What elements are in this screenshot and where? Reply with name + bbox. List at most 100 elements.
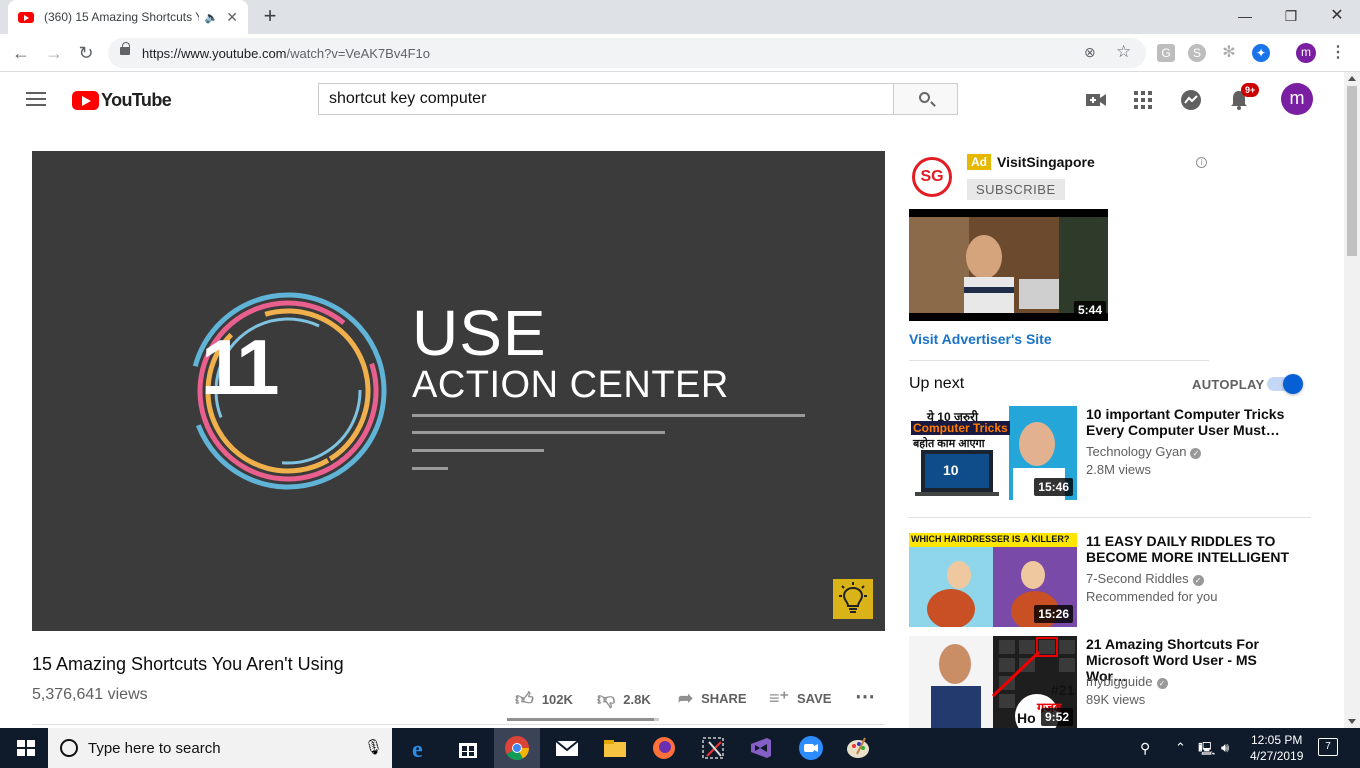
like-button[interactable]: 👍︎ 102K	[515, 688, 573, 710]
thumbnail-text: Ho	[1017, 710, 1036, 726]
search-input[interactable]: shortcut key computer	[318, 83, 894, 115]
action-center-icon[interactable]: 7	[1318, 738, 1338, 756]
advertiser-logo[interactable]: SG	[912, 157, 952, 197]
browser-toolbar: ← → ↻ https://www.youtube.com/watch?v=Ve…	[0, 34, 1360, 72]
verified-check-icon: ✓	[1156, 678, 1168, 689]
svg-text:e: e	[412, 737, 423, 762]
divider	[909, 360, 1209, 361]
network-icon[interactable]: 🖳︎	[1198, 740, 1215, 762]
scroll-up-arrow-icon[interactable]	[1348, 76, 1356, 81]
chrome-menu-icon[interactable]: ⋮	[1326, 41, 1350, 65]
clock-time: 12:05 PM	[1251, 733, 1303, 747]
store-icon[interactable]	[454, 734, 482, 762]
restore-button[interactable]: ❐	[1268, 4, 1314, 28]
video-title[interactable]: 11 EASY DAILY RIDDLES TO BECOME MORE INT…	[1086, 533, 1296, 565]
minimize-button[interactable]: —	[1222, 4, 1268, 28]
verified-check-icon: ✓	[1192, 575, 1204, 586]
youtube-logo[interactable]: YouTube	[72, 90, 172, 111]
messages-icon[interactable]	[1179, 88, 1203, 112]
video-thumbnail[interactable]: ये 10 जरुरी Computer Tricks बहोत काम आएग…	[909, 406, 1077, 500]
forward-button[interactable]: →	[42, 41, 66, 65]
apps-grid-icon[interactable]	[1131, 88, 1155, 112]
snipping-tool-icon[interactable]	[699, 734, 727, 762]
snowflake-extension-icon[interactable]: ✻	[1220, 44, 1238, 62]
recommended-video[interactable]: WHICH HAIRDRESSER IS A KILLER? 15:26 11 …	[909, 533, 1329, 633]
divider	[32, 724, 885, 725]
thumbs-up-icon: 👍︎	[515, 689, 534, 709]
browser-tab[interactable]: (360) 15 Amazing Shortcuts Y 🔈 ✕	[8, 0, 248, 34]
mail-icon[interactable]	[553, 734, 581, 762]
back-button[interactable]: ←	[9, 41, 33, 65]
account-avatar[interactable]: m	[1281, 83, 1313, 115]
search-button[interactable]	[893, 83, 958, 115]
video-thumbnail[interactable]: #21 गजब Ho 9:52	[909, 636, 1077, 728]
tab-close-icon[interactable]: ✕	[226, 9, 238, 26]
scroll-down-arrow-icon[interactable]	[1348, 719, 1356, 724]
speaker-icon[interactable]: 🔈	[205, 11, 219, 24]
windows-taskbar: Type here to search 🎙︎ e ⚲ ⌃ 🖳︎ 🔊︎ 12:05…	[0, 728, 1360, 768]
page-scrollbar[interactable]	[1344, 72, 1360, 728]
video-duration: 15:46	[1034, 478, 1073, 496]
ad-video-thumbnail[interactable]: 5:44	[909, 209, 1108, 321]
video-duration: 15:26	[1034, 605, 1073, 623]
zoom-icon[interactable]	[797, 734, 825, 762]
share-button[interactable]: ➦ SHARE	[678, 688, 747, 709]
lightbulb-icon[interactable]	[833, 579, 873, 619]
visit-advertiser-link[interactable]: Visit Advertiser's Site	[909, 331, 1052, 347]
info-icon[interactable]: i	[1196, 157, 1207, 168]
more-actions-icon[interactable]: ⋯	[855, 684, 875, 709]
skype-extension-icon[interactable]: S	[1188, 44, 1206, 62]
edge-browser-icon[interactable]: e	[406, 734, 434, 762]
new-tab-button[interactable]: +	[258, 5, 282, 29]
system-clock[interactable]: 12:05 PM 4/27/2019	[1250, 732, 1303, 764]
recommended-video[interactable]: #21 गजब Ho 9:52 21 Amazing Shortcuts For…	[909, 636, 1329, 728]
file-explorer-icon[interactable]	[601, 734, 629, 762]
save-button[interactable]: ≡⁺ SAVE	[769, 688, 831, 709]
bookmark-star-icon[interactable]: ☆	[1116, 42, 1131, 62]
video-meta: 2.8M views	[1086, 462, 1152, 477]
chrome-taskbar-button[interactable]	[494, 728, 540, 768]
scrollbar-thumb[interactable]	[1347, 86, 1357, 256]
vpn-extension-icon[interactable]: ✦	[1252, 44, 1270, 62]
visual-studio-icon[interactable]	[747, 734, 775, 762]
taskbar-search-box[interactable]: Type here to search 🎙︎	[48, 728, 392, 768]
advertiser-name[interactable]: VisitSingapore	[997, 154, 1095, 170]
autoplay-toggle[interactable]	[1267, 374, 1303, 394]
autoplay-toggle-knob[interactable]	[1283, 374, 1303, 394]
profile-avatar[interactable]: m	[1296, 43, 1316, 63]
microphone-icon[interactable]: 🎙︎	[364, 738, 383, 756]
video-title[interactable]: 10 important Computer Tricks Every Compu…	[1086, 406, 1296, 438]
people-icon[interactable]: ⚲	[1140, 740, 1150, 757]
reload-button[interactable]: ↻	[74, 41, 98, 65]
firefox-icon[interactable]	[650, 734, 678, 762]
ad-badge: Ad	[967, 154, 991, 170]
notification-badge: 9+	[1241, 83, 1260, 97]
lock-icon	[120, 42, 130, 55]
graphic-line	[412, 467, 448, 470]
url-path: /watch?v=VeAK7Bv4F1o	[286, 46, 430, 61]
volume-icon[interactable]: 🔊︎	[1221, 740, 1229, 756]
paint-icon[interactable]	[845, 734, 873, 762]
close-window-button[interactable]: ✕	[1314, 4, 1360, 28]
graphic-line	[412, 414, 805, 417]
subscribe-button[interactable]: SUBSCRIBE	[967, 179, 1065, 200]
show-hidden-icons-icon[interactable]: ⌃	[1175, 740, 1186, 756]
windows-start-icon[interactable]	[12, 734, 40, 762]
sentiment-bar-fill	[507, 718, 655, 721]
recommended-video[interactable]: ये 10 जरुरी Computer Tricks बहोत काम आएग…	[909, 406, 1329, 506]
video-thumbnail[interactable]: WHICH HAIRDRESSER IS A KILLER? 15:26	[909, 533, 1077, 627]
graphic-line	[412, 431, 665, 434]
verified-check-icon: ✓	[1190, 448, 1202, 459]
graphic-heading-line2: ACTION CENTER	[412, 364, 729, 406]
channel-label: mybigguide	[1086, 674, 1153, 689]
graphic-line	[412, 449, 544, 452]
translate-icon[interactable]: ⊗	[1084, 44, 1096, 61]
browser-tabstrip: (360) 15 Amazing Shortcuts Y 🔈 ✕ + — ❐ ✕	[0, 0, 1360, 34]
create-video-icon[interactable]	[1084, 88, 1108, 112]
grammarly-extension-icon[interactable]: G	[1157, 44, 1175, 62]
dislike-button[interactable]: 👎︎ 2.8K	[597, 688, 651, 710]
menu-icon[interactable]	[26, 92, 46, 106]
address-bar[interactable]: https://www.youtube.com/watch?v=VeAK7Bv4…	[108, 38, 1146, 68]
graphic-number: 11	[201, 323, 279, 411]
channel-label: 7-Second Riddles	[1086, 571, 1189, 586]
